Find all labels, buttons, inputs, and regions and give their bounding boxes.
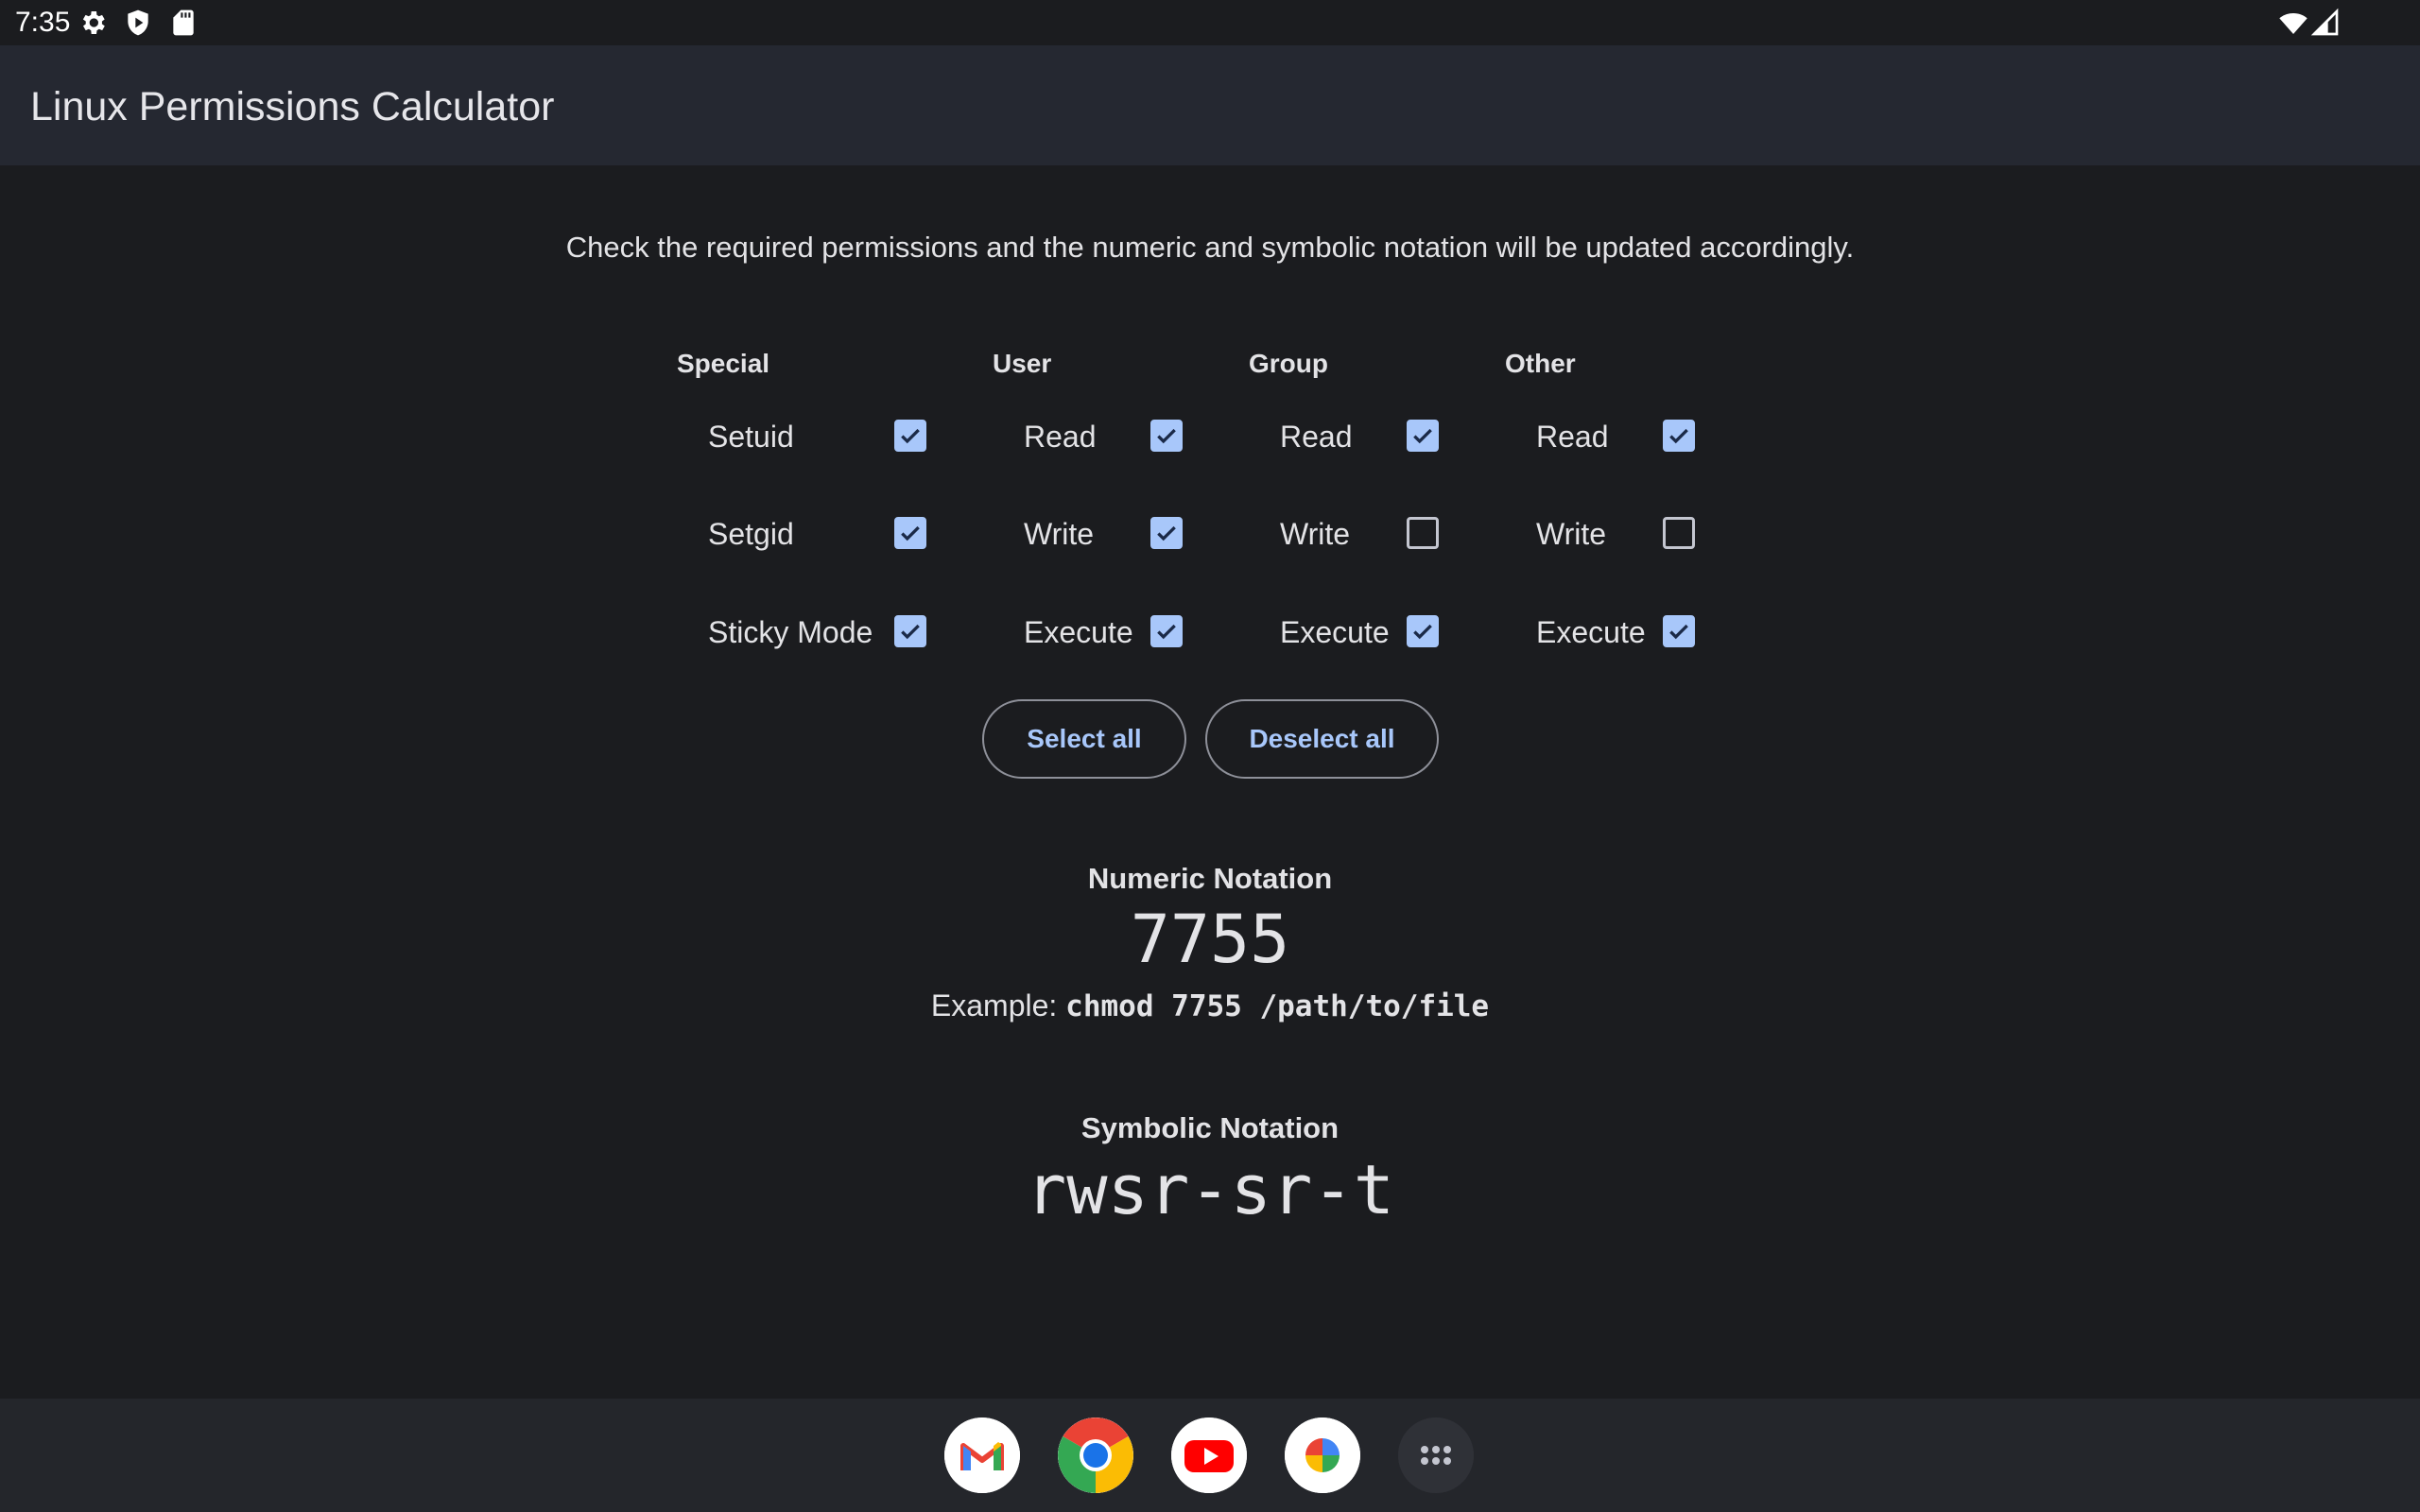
example-command: chmod 7755 /path/to/file xyxy=(1065,989,1490,1023)
perm-label-group-write: Write xyxy=(1280,517,1351,551)
perm-label-user-execute: Execute xyxy=(1024,615,1133,649)
example-line: Example: chmod 7755 /path/to/file xyxy=(0,985,2420,1027)
example-prefix: Example: xyxy=(930,988,1066,1022)
checkmark-icon xyxy=(901,428,920,444)
perm-label-group-execute: Execute xyxy=(1280,615,1390,649)
numeric-notation-value: 7755 xyxy=(1130,901,1290,978)
column-header-other: Other xyxy=(1505,349,1576,378)
app-bar: Linux Permissions Calculator xyxy=(0,45,2420,165)
symbolic-notation-title: Symbolic Notation xyxy=(1080,1111,1340,1144)
checkmark-icon xyxy=(1413,624,1432,640)
checkbox-user-execute[interactable] xyxy=(1150,615,1183,647)
wifi-icon xyxy=(2278,8,2308,38)
taskbar xyxy=(0,1399,2420,1512)
deselect-all-button[interactable]: Deselect all xyxy=(1205,699,1439,779)
checkmark-icon xyxy=(1157,428,1176,444)
instruction-text: Check the required permissions and the n… xyxy=(565,231,1855,264)
shield-play-icon xyxy=(123,8,153,38)
chrome-icon[interactable] xyxy=(1058,1418,1133,1493)
checkbox-setgid[interactable] xyxy=(894,517,926,549)
screen: 7:35 Linux Permissions Calculator Check … xyxy=(0,0,2420,1512)
checkbox-group-write[interactable] xyxy=(1407,517,1439,549)
perm-label-setuid: Setuid xyxy=(708,420,794,454)
checkmark-icon xyxy=(1157,525,1176,541)
checkbox-user-read[interactable] xyxy=(1150,420,1183,452)
perm-label-sticky-mode: Sticky Mode xyxy=(708,615,873,649)
cell-signal-icon xyxy=(2310,8,2341,38)
checkbox-user-write[interactable] xyxy=(1150,517,1183,549)
column-header-special: Special xyxy=(677,349,770,378)
perm-label-other-execute: Execute xyxy=(1536,615,1646,649)
status-time: 7:35 xyxy=(15,7,71,38)
app-title: Linux Permissions Calculator xyxy=(30,84,555,129)
perm-label-user-write: Write xyxy=(1024,517,1095,551)
checkmark-icon xyxy=(1157,624,1176,640)
perm-label-other-write: Write xyxy=(1536,517,1607,551)
select-all-button[interactable]: Select all xyxy=(982,699,1186,779)
column-header-user: User xyxy=(993,349,1052,378)
checkbox-group-read[interactable] xyxy=(1407,420,1439,452)
perm-label-user-read: Read xyxy=(1024,420,1097,454)
sd-card-icon xyxy=(168,8,199,38)
numeric-notation-title: Numeric Notation xyxy=(1087,862,1333,895)
checkbox-other-write[interactable] xyxy=(1663,517,1695,549)
checkbox-other-execute[interactable] xyxy=(1663,615,1695,647)
youtube-icon[interactable] xyxy=(1171,1418,1247,1493)
checkmark-icon xyxy=(1669,428,1688,444)
checkmark-icon xyxy=(1413,428,1432,444)
checkbox-group-execute[interactable] xyxy=(1407,615,1439,647)
perm-label-group-read: Read xyxy=(1280,420,1353,454)
status-bar: 7:35 xyxy=(0,0,2420,45)
checkbox-sticky-mode[interactable] xyxy=(894,615,926,647)
symbolic-notation-value: rwsr-sr-t xyxy=(1025,1150,1395,1229)
gear-icon xyxy=(78,8,108,38)
app-drawer-icon[interactable] xyxy=(1398,1418,1474,1493)
checkbox-setuid[interactable] xyxy=(894,420,926,452)
column-header-group: Group xyxy=(1249,349,1328,378)
checkbox-other-read[interactable] xyxy=(1663,420,1695,452)
checkmark-icon xyxy=(1669,624,1688,640)
checkmark-icon xyxy=(901,525,920,541)
photos-icon[interactable] xyxy=(1285,1418,1360,1493)
gmail-icon[interactable] xyxy=(944,1418,1020,1493)
perm-label-setgid: Setgid xyxy=(708,517,794,551)
checkmark-icon xyxy=(901,624,920,640)
perm-label-other-read: Read xyxy=(1536,420,1609,454)
